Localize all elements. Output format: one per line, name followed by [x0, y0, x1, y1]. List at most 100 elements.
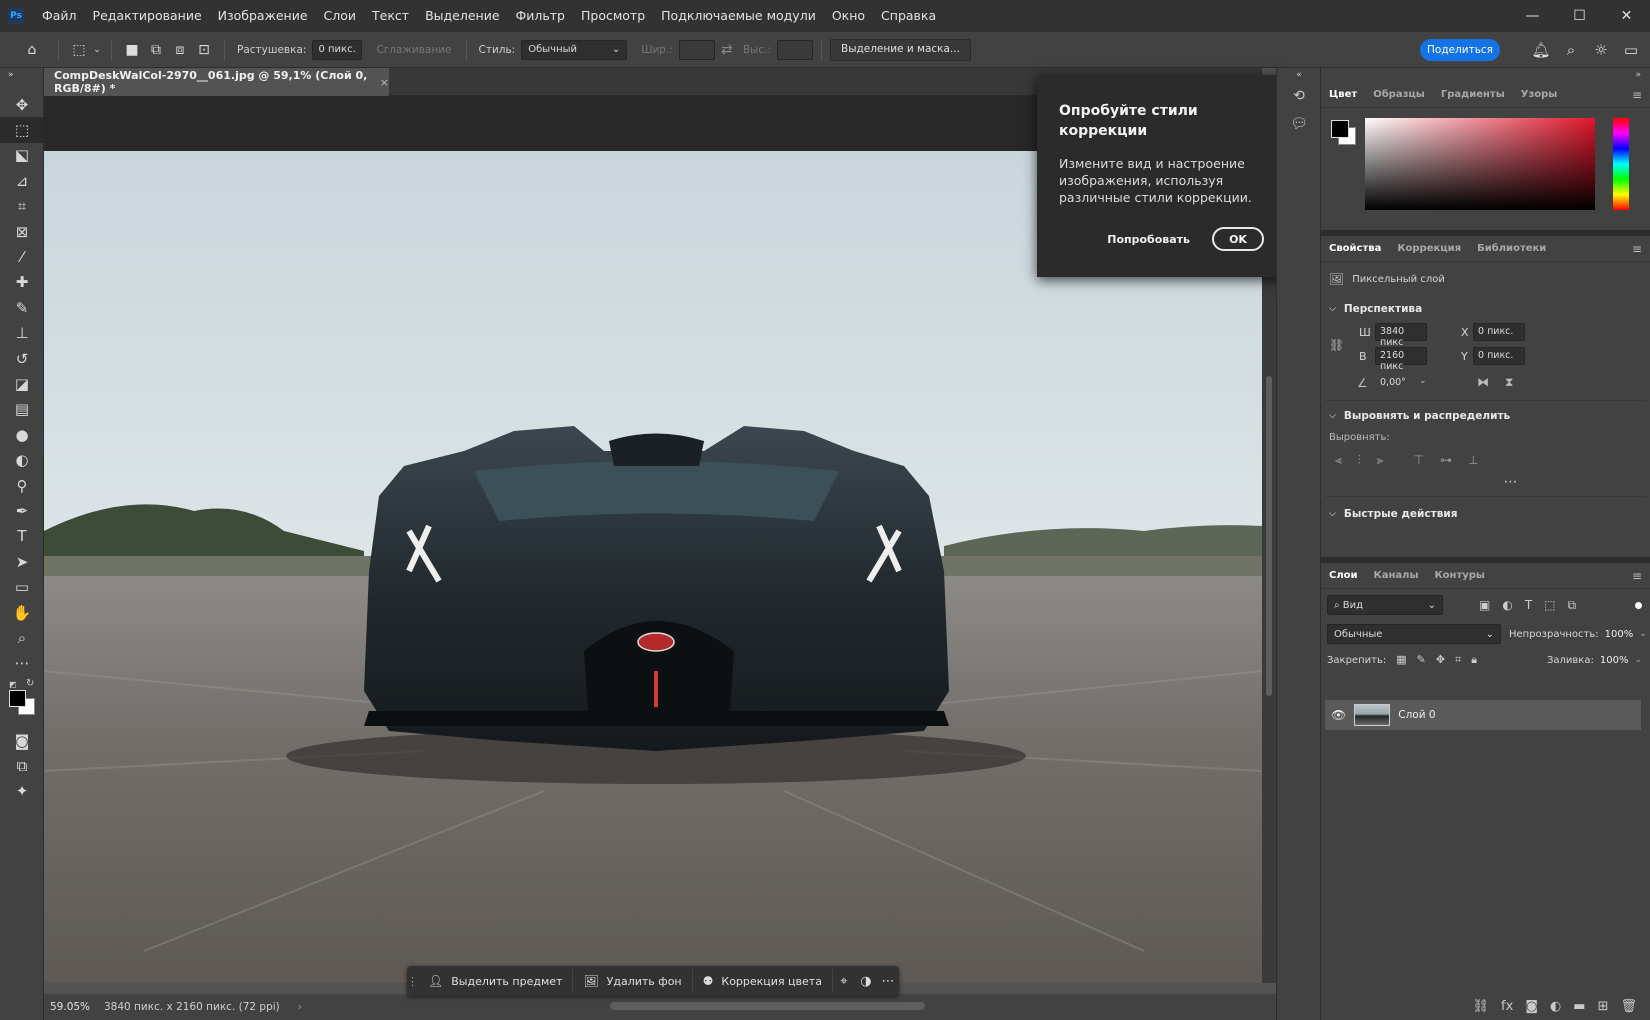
menu-filter[interactable]: Фильтр	[508, 0, 573, 32]
panel-menu-icon[interactable]: ≡	[1632, 88, 1642, 102]
dodge-tool-icon[interactable]: ◐	[0, 447, 44, 472]
subtract-selection-icon[interactable]: ⧈	[168, 38, 192, 62]
chevron-right-icon[interactable]: ›	[298, 1001, 302, 1013]
new-selection-icon[interactable]: ■	[120, 38, 144, 62]
lightbulb-icon[interactable]: ☼	[1590, 38, 1612, 62]
history-brush-tool-icon[interactable]: ↺	[0, 346, 44, 371]
quick-mask-icon[interactable]: ◙	[0, 728, 44, 753]
history-icon[interactable]: ⟲	[1277, 82, 1321, 110]
pen-tool-icon[interactable]: ✒	[0, 498, 44, 523]
search-icon[interactable]: ⌕	[1560, 38, 1582, 62]
comment-icon[interactable]: 💬︎	[1277, 110, 1321, 138]
marquee-preset-icon[interactable]: ⬚	[67, 38, 91, 62]
align-center-icon[interactable]: ⫶	[1358, 453, 1361, 468]
filter-shape-icon[interactable]: ⬚	[1544, 598, 1555, 613]
eraser-tool-icon[interactable]: ◪	[0, 371, 44, 396]
ok-button[interactable]: OK	[1212, 227, 1264, 251]
color-swatches[interactable]: ◩ ↻	[0, 676, 43, 722]
align-bottom-icon[interactable]: ⊥	[1468, 453, 1478, 468]
try-button[interactable]: Попробовать	[1107, 233, 1190, 246]
drag-handle-icon[interactable]: ⋮	[407, 975, 418, 988]
lock-all-icon[interactable]: 🔒︎	[1471, 653, 1477, 667]
flip-vertical-icon[interactable]: ⧗	[1505, 375, 1513, 390]
tab-paths[interactable]: Контуры	[1435, 570, 1485, 581]
layer-filter-select[interactable]: ⌕ Вид ⌄	[1327, 595, 1443, 615]
rectangle-tool-icon[interactable]: ▭	[0, 574, 44, 599]
screen-mode-icon[interactable]: ⧉	[0, 753, 44, 778]
blend-mode-select[interactable]: Обычные ⌄	[1327, 624, 1501, 644]
eyedropper-tool-icon[interactable]: ⁄	[0, 244, 44, 269]
color-picker-field[interactable]	[1365, 118, 1595, 210]
close-icon[interactable]: ✕	[1603, 0, 1650, 32]
menu-help[interactable]: Справка	[873, 0, 944, 32]
tab-gradients[interactable]: Градиенты	[1441, 89, 1505, 100]
select-and-mask-button[interactable]: Выделение и маска...	[829, 38, 971, 61]
align-left-icon[interactable]: ⫷	[1335, 453, 1342, 468]
scrollbar-thumb[interactable]	[1266, 376, 1272, 696]
close-tab-icon[interactable]: ×	[380, 76, 389, 89]
align-right-icon[interactable]: ⫸	[1377, 453, 1384, 468]
new-group-icon[interactable]: ▬	[1573, 999, 1585, 1014]
tab-swatches[interactable]: Образцы	[1373, 89, 1425, 100]
flip-horizontal-icon[interactable]: ⧓	[1477, 375, 1489, 389]
transform-icon[interactable]: ⌖	[833, 974, 855, 989]
add-mask-icon[interactable]: ◙	[1525, 999, 1538, 1014]
collapse-icon[interactable]: »	[0, 68, 44, 82]
fill-input[interactable]: 100%	[1600, 655, 1629, 666]
align-top-icon[interactable]: ⊤	[1414, 453, 1424, 468]
foreground-color-swatch[interactable]	[1331, 120, 1349, 138]
chevron-down-icon[interactable]: ⌄	[1639, 629, 1647, 639]
tab-properties[interactable]: Свойства	[1329, 243, 1381, 254]
crop-tool-icon[interactable]: ⌗	[0, 194, 44, 219]
menu-window[interactable]: Окно	[824, 0, 873, 32]
swap-icon[interactable]: ⇄	[715, 38, 739, 62]
frame-tool-icon[interactable]: ⊠	[0, 219, 44, 244]
fx-icon[interactable]: fx	[1501, 999, 1513, 1014]
antialias-checkbox[interactable]: Сглаживание	[376, 44, 451, 56]
transform-section-header[interactable]: ⌵ Перспектива	[1321, 296, 1650, 322]
more-options-icon[interactable]: ⋯	[877, 974, 899, 989]
width-input[interactable]	[678, 39, 715, 60]
feather-input[interactable]: 0 пикс.	[312, 39, 363, 60]
style-select[interactable]: Обычный ⌄	[521, 39, 628, 60]
opacity-input[interactable]: 100%	[1605, 629, 1634, 640]
tab-color[interactable]: Цвет	[1329, 89, 1357, 100]
link-layers-icon[interactable]: ⛓︎	[1473, 999, 1490, 1014]
stamp-tool-icon[interactable]: ⊥	[0, 321, 44, 346]
width-input[interactable]: 3840 пикс	[1375, 323, 1427, 348]
angle-input[interactable]: 0,00°	[1375, 374, 1421, 392]
chevron-down-icon[interactable]: ⌄	[1634, 655, 1642, 665]
swap-colors-icon[interactable]: ↻	[26, 678, 34, 689]
align-section-header[interactable]: ⌵ Выровнять и распределить	[1321, 403, 1650, 429]
mask-icon[interactable]: ◑	[855, 974, 877, 989]
lock-artboard-icon[interactable]: ⌗	[1455, 653, 1461, 667]
hand-tool-icon[interactable]: ✋	[0, 600, 44, 625]
type-tool-icon[interactable]: T	[0, 524, 44, 549]
workspace-icon[interactable]: ▭	[1620, 38, 1642, 62]
height-input[interactable]: 2160 пикс	[1375, 347, 1427, 372]
home-icon[interactable]: ⌂	[20, 38, 44, 62]
zoom-level[interactable]: 59.05%	[44, 1001, 104, 1013]
filter-smart-object-icon[interactable]: ⧉	[1568, 598, 1577, 613]
brush-tool-icon[interactable]: ✎	[0, 295, 44, 320]
lock-pixels-icon[interactable]: ✎	[1417, 653, 1426, 667]
default-colors-icon[interactable]: ◩	[9, 680, 17, 689]
menu-layers[interactable]: Слои	[316, 0, 365, 32]
tab-adjustments[interactable]: Коррекция	[1397, 243, 1461, 254]
new-adjustment-icon[interactable]: ◐	[1550, 999, 1561, 1014]
color-correction-button[interactable]: ⚉ Коррекция цвета	[693, 969, 833, 993]
share-button[interactable]: Поделиться	[1420, 39, 1500, 61]
chevron-down-icon[interactable]: ⌄	[91, 38, 103, 62]
bell-icon[interactable]: 🔔︎	[1530, 38, 1552, 62]
quick-actions-header[interactable]: ⌵ Быстрые действия	[1321, 501, 1650, 527]
menu-file[interactable]: Файл	[34, 0, 85, 32]
more-options-icon[interactable]: ⋯	[1321, 474, 1650, 490]
tab-patterns[interactable]: Узоры	[1521, 89, 1558, 100]
hue-slider[interactable]	[1613, 118, 1629, 210]
lock-transparency-icon[interactable]: ▦	[1396, 653, 1406, 667]
filter-pixel-icon[interactable]: ▣	[1479, 598, 1490, 613]
menu-edit[interactable]: Редактирование	[85, 0, 210, 32]
move-tool-icon[interactable]: ✥	[0, 92, 44, 117]
add-selection-icon[interactable]: ⧉	[144, 38, 168, 62]
new-layer-icon[interactable]: ⊞	[1598, 999, 1609, 1014]
